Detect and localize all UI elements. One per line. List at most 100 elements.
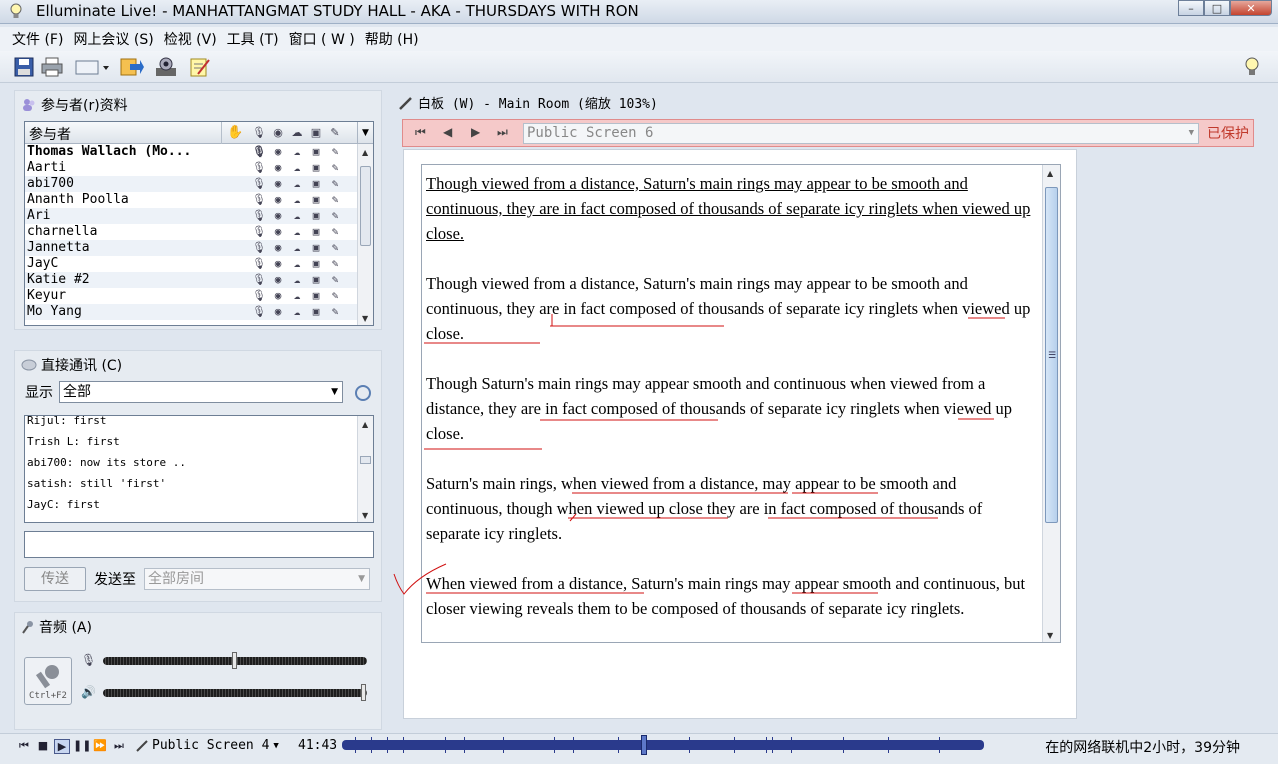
- participant-row[interactable]: abi700 🎙 ◉ ☁ ▣ ✎: [25, 176, 373, 192]
- whiteboard-scrollbar[interactable]: ▲ ☰ ▼: [1042, 165, 1060, 642]
- slider-knob[interactable]: [361, 684, 366, 701]
- bulb-icon: [10, 3, 22, 18]
- timeline-tick: [688, 737, 690, 753]
- timeline-tick: [842, 737, 844, 753]
- pause-icon[interactable]: ❚❚: [73, 739, 91, 754]
- minimize-button[interactable]: –: [1178, 0, 1204, 16]
- participant-row[interactable]: Ari 🎙 ◉ ☁ ▣ ✎: [25, 208, 373, 224]
- scroll-up-icon[interactable]: ▲: [1047, 169, 1053, 178]
- participant-row[interactable]: charnella 🎙 ◉ ☁ ▣ ✎: [25, 224, 373, 240]
- chat-input[interactable]: [24, 531, 374, 558]
- timeline-tick: [463, 737, 465, 753]
- chat-title: 直接通讯 (C): [21, 355, 122, 375]
- participant-list-header: 参与者 ✋ 🎙 ◉ ☁ ▣ ✎ ▼: [25, 122, 373, 144]
- whiteboard-title: 白板 (W) - Main Room (缩放 103%): [398, 93, 658, 112]
- scroll-down-icon[interactable]: ▼: [362, 314, 368, 323]
- slider-knob[interactable]: [232, 652, 237, 669]
- menu-help[interactable]: 帮助 (H): [365, 29, 419, 49]
- status-icons: 🎙 ◉ ☁ ▣ ✎: [252, 161, 339, 174]
- skip-end-icon[interactable]: ⏭: [111, 739, 127, 754]
- menu-view[interactable]: 检视 (V): [164, 29, 217, 49]
- sentence-option-3: Though Saturn's main rings may appear sm…: [426, 374, 1013, 443]
- participant-row[interactable]: Katie #2 🎙 ◉ ☁ ▣ ✎: [25, 272, 373, 288]
- skip-start-icon[interactable]: ⏮: [16, 739, 32, 754]
- status-icons: 🎙 ◉ ☁ ▣ ✎: [252, 241, 339, 254]
- menu-file[interactable]: 文件 (F): [12, 29, 63, 49]
- microphone-icon: [35, 665, 59, 689]
- clock-icon[interactable]: [355, 385, 371, 401]
- pencil-icon: [136, 739, 148, 752]
- stop-icon[interactable]: ■: [35, 739, 51, 754]
- scroll-thumb[interactable]: [360, 166, 371, 246]
- microphone-volume-slider[interactable]: [103, 652, 367, 669]
- talk-button[interactable]: Ctrl+F2: [24, 657, 72, 705]
- status-icons: 🎙 ◉ ☁ ▣ ✎: [252, 289, 339, 302]
- scroll-thumb[interactable]: [360, 456, 371, 464]
- whiteboard-text-box[interactable]: Though viewed from a distance, Saturn's …: [421, 164, 1061, 643]
- chat-message: abi700: now its store ..: [27, 456, 186, 469]
- timeline-position-handle[interactable]: [640, 735, 647, 755]
- scroll-down-icon[interactable]: ▼: [362, 511, 368, 520]
- playback-timeline[interactable]: [342, 735, 984, 755]
- print-icon[interactable]: [40, 55, 64, 79]
- maximize-button[interactable]: □: [1204, 0, 1230, 16]
- participant-list[interactable]: 参与者 ✋ 🎙 ◉ ☁ ▣ ✎ ▼ Thomas Wallach (Mo... 🎙 ◉ ☁ ▣ ✎…: [24, 121, 374, 326]
- hand-icon: ✋: [227, 125, 244, 140]
- chat-icon: ☁: [291, 126, 303, 139]
- chat-log[interactable]: Rijul: first Trish L: first abi700: now …: [24, 415, 374, 523]
- playback-time: 41:43: [298, 738, 338, 753]
- participant-row[interactable]: Ananth Poolla 🎙 ◉ ☁ ▣ ✎: [25, 192, 373, 208]
- fast-forward-icon[interactable]: ⏩: [92, 739, 108, 754]
- chat-filter-select[interactable]: 全部 ▼: [59, 381, 343, 403]
- participant-row[interactable]: Mo Yang 🎙 ◉ ☁ ▣ ✎: [25, 304, 373, 320]
- participant-scrollbar[interactable]: ▲ ▼: [357, 144, 373, 325]
- sentence-option-1: Though viewed from a distance, Saturn's …: [426, 174, 1031, 243]
- menu-window[interactable]: 窗口 ( W ): [289, 29, 355, 49]
- status-icons: 🎙 ◉ ☁ ▣ ✎: [252, 257, 339, 270]
- speaker-volume-slider[interactable]: [103, 684, 367, 701]
- send-to-select[interactable]: 全部房间 ▼: [144, 568, 370, 590]
- sentence-option-2: Though viewed from a distance, Saturn's …: [426, 274, 1031, 343]
- webcam-icon[interactable]: [154, 55, 178, 79]
- chat-message: Rijul: first: [27, 415, 107, 427]
- chat-message: Trish L: first: [27, 435, 120, 448]
- pen-icon: ✎: [330, 126, 340, 139]
- participant-row[interactable]: Aarti 🎙 ◉ ☁ ▣ ✎: [25, 160, 373, 176]
- participant-row[interactable]: Keyur 🎙 ◉ ☁ ▣ ✎: [25, 288, 373, 304]
- share-icon[interactable]: [120, 55, 144, 79]
- timeline-tick: [354, 737, 356, 753]
- play-icon[interactable]: ▶: [54, 739, 70, 754]
- participant-row[interactable]: JayC 🎙 ◉ ☁ ▣ ✎: [25, 256, 373, 272]
- chevron-down-icon[interactable]: ▼: [357, 122, 373, 144]
- participant-row[interactable]: Thomas Wallach (Mo... 🎙 ◉ ☁ ▣ ✎: [25, 144, 373, 160]
- audio-title: 音频 (A): [21, 617, 92, 637]
- previous-screen-icon[interactable]: ◀: [443, 125, 452, 139]
- screen-icon: ▣: [310, 126, 322, 139]
- scroll-up-icon[interactable]: ▲: [362, 420, 368, 429]
- next-screen-icon[interactable]: ▶: [471, 125, 480, 139]
- first-screen-icon[interactable]: ⏮: [415, 125, 426, 140]
- scroll-down-icon[interactable]: ▼: [1047, 631, 1053, 640]
- layout-icon[interactable]: [74, 55, 112, 79]
- screen-select[interactable]: Public Screen 6 ▼: [523, 123, 1199, 144]
- column-divider: [221, 122, 222, 144]
- scroll-up-icon[interactable]: ▲: [362, 148, 368, 157]
- save-icon[interactable]: [12, 55, 36, 79]
- connection-status: 在的网络联机中2小时，39分钟: [1045, 740, 1240, 756]
- menu-tools[interactable]: 工具 (T): [227, 29, 279, 49]
- chat-scrollbar[interactable]: ▲ ▼: [357, 416, 373, 522]
- menu-session[interactable]: 网上会议 (S): [73, 29, 153, 49]
- close-button[interactable]: ✕: [1230, 0, 1272, 16]
- show-label: 显示: [25, 385, 53, 401]
- chat-message: satish: still 'first': [27, 477, 167, 490]
- last-screen-icon[interactable]: ⏭: [497, 125, 508, 140]
- participant-row[interactable]: Jannetta 🎙 ◉ ☁ ▣ ✎: [25, 240, 373, 256]
- window-controls: – □ ✕: [1178, 0, 1272, 16]
- playback-screen-select[interactable]: Public Screen 4 ▼: [136, 738, 279, 753]
- status-icons: 🎙 ◉ ☁ ▣ ✎: [252, 209, 339, 222]
- speaker-icon: 🔊: [81, 685, 96, 699]
- send-button[interactable]: 传送: [24, 567, 86, 591]
- notes-icon[interactable]: [188, 55, 212, 79]
- pencil-icon: [399, 96, 412, 110]
- timeline-tick: [887, 737, 889, 753]
